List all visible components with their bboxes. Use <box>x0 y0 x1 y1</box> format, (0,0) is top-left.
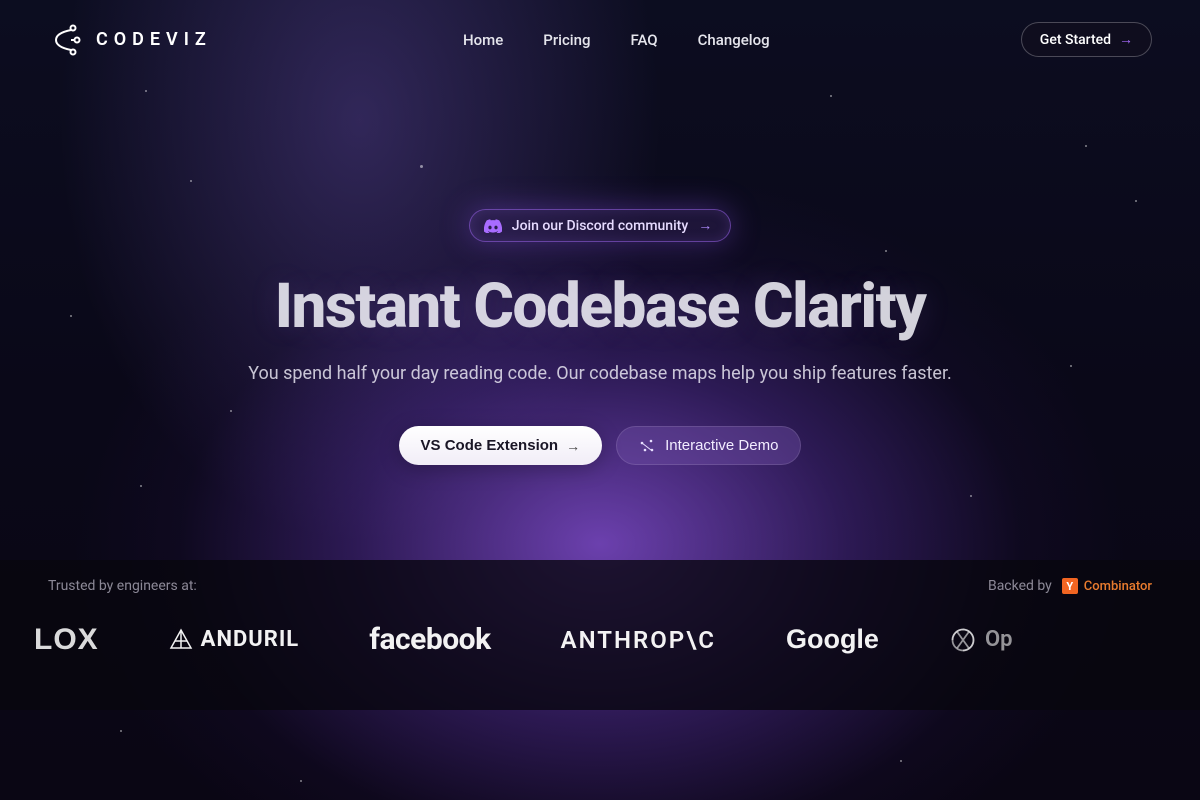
arrow-right-icon: → <box>566 438 580 454</box>
company-logo-marquee: LOX ANDURIL facebook ANTHROP\C Google <box>0 594 1186 657</box>
main-nav: Home Pricing FAQ Changelog <box>463 31 770 49</box>
openai-icon <box>949 626 977 654</box>
company-logo-anduril: ANDURIL <box>169 627 300 652</box>
brand-logo[interactable]: CODEVIZ <box>48 23 212 57</box>
get-started-label: Get Started <box>1040 32 1111 48</box>
interactive-demo-button[interactable]: Interactive Demo <box>616 426 801 465</box>
strip-top-row: Trusted by engineers at: Backed by Y Com… <box>0 560 1200 594</box>
yc-name: Combinator <box>1084 579 1152 594</box>
company-logo-google: Google <box>786 624 879 655</box>
company-logo-roblox: LOX <box>34 623 99 657</box>
header-right: Get Started → <box>1021 22 1152 57</box>
discord-label: Join our Discord community <box>512 218 688 234</box>
hero-headline: Instant Codebase Clarity <box>275 274 926 339</box>
nav-faq[interactable]: FAQ <box>631 31 658 49</box>
header: CODEVIZ Home Pricing FAQ Changelog Get S… <box>0 0 1200 79</box>
nav-changelog[interactable]: Changelog <box>698 31 770 49</box>
arrow-right-icon: → <box>698 217 712 234</box>
vscode-extension-button[interactable]: VS Code Extension → <box>399 426 603 465</box>
anduril-icon <box>169 628 193 652</box>
sparkle-icon <box>639 438 655 454</box>
company-logo-facebook: facebook <box>369 622 490 657</box>
social-proof-strip: Trusted by engineers at: Backed by Y Com… <box>0 560 1200 710</box>
discord-pill-button[interactable]: Join our Discord community → <box>469 209 731 242</box>
backed-by: Backed by Y Combinator <box>988 578 1152 594</box>
secondary-btn-label: Interactive Demo <box>665 437 778 454</box>
hero-button-row: VS Code Extension → Interactive Demo <box>399 426 802 465</box>
trusted-by-label: Trusted by engineers at: <box>48 578 197 594</box>
brand-name: CODEVIZ <box>96 29 212 50</box>
company-logo-anthropic: ANTHROP\C <box>561 626 716 654</box>
ycombinator-tag: Y Combinator <box>1062 578 1152 594</box>
nav-home[interactable]: Home <box>463 31 503 49</box>
hero-subhead: You spend half your day reading code. Ou… <box>248 363 952 384</box>
primary-btn-label: VS Code Extension <box>421 437 559 454</box>
arrow-right-icon: → <box>1119 31 1133 48</box>
nav-pricing[interactable]: Pricing <box>543 31 590 49</box>
discord-icon <box>484 219 502 233</box>
backed-by-label: Backed by <box>988 578 1052 594</box>
get-started-button[interactable]: Get Started → <box>1021 22 1152 57</box>
hero-section: Join our Discord community → Instant Cod… <box>0 209 1200 465</box>
company-logo-openai: Op <box>949 626 1013 654</box>
codeviz-logo-icon <box>48 23 82 57</box>
yc-icon: Y <box>1062 578 1078 594</box>
